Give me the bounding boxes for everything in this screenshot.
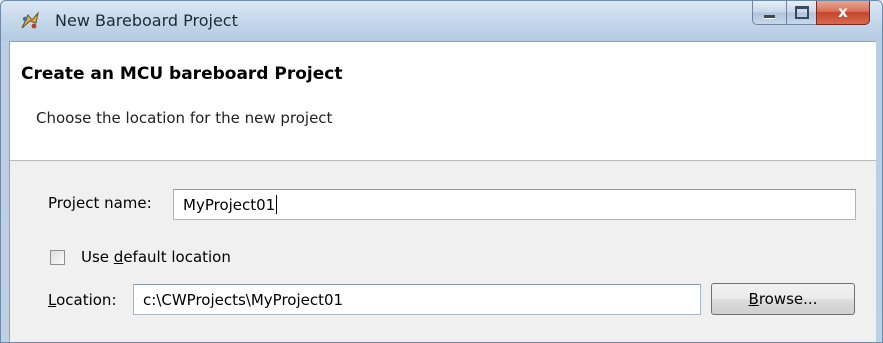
project-name-label: Project name: [48, 194, 152, 212]
maximize-button[interactable] [786, 1, 816, 25]
dialog-body: Create an MCU bareboard Project Choose t… [9, 41, 876, 342]
location-input[interactable]: c:\CWProjects\MyProject01 [133, 284, 701, 315]
wizard-banner: Create an MCU bareboard Project Choose t… [10, 42, 876, 161]
wizard-app-icon [21, 11, 39, 29]
window-controls: x [752, 1, 870, 29]
minimize-button[interactable] [752, 1, 786, 25]
browse-button[interactable]: Browse... [711, 283, 855, 315]
minimize-icon [764, 15, 775, 18]
use-default-location-label[interactable]: Use default location [81, 248, 231, 266]
location-label: Location: [48, 291, 117, 309]
text-caret [276, 195, 278, 214]
maximize-icon [794, 6, 809, 19]
close-icon: x [838, 3, 848, 21]
project-name-input[interactable]: MyProject01 [173, 189, 856, 220]
page-title: Create an MCU bareboard Project [21, 64, 343, 84]
location-value: c:\CWProjects\MyProject01 [143, 290, 344, 309]
page-description: Choose the location for the new project [36, 109, 333, 127]
title-bar[interactable]: New Bareboard Project x [1, 1, 882, 41]
project-name-value: MyProject01 [183, 195, 276, 214]
dialog-window: New Bareboard Project x Create an MCU ba… [0, 0, 883, 343]
use-default-location-checkbox[interactable] [50, 250, 65, 265]
window-title: New Bareboard Project [55, 11, 238, 30]
close-button[interactable]: x [816, 1, 870, 25]
